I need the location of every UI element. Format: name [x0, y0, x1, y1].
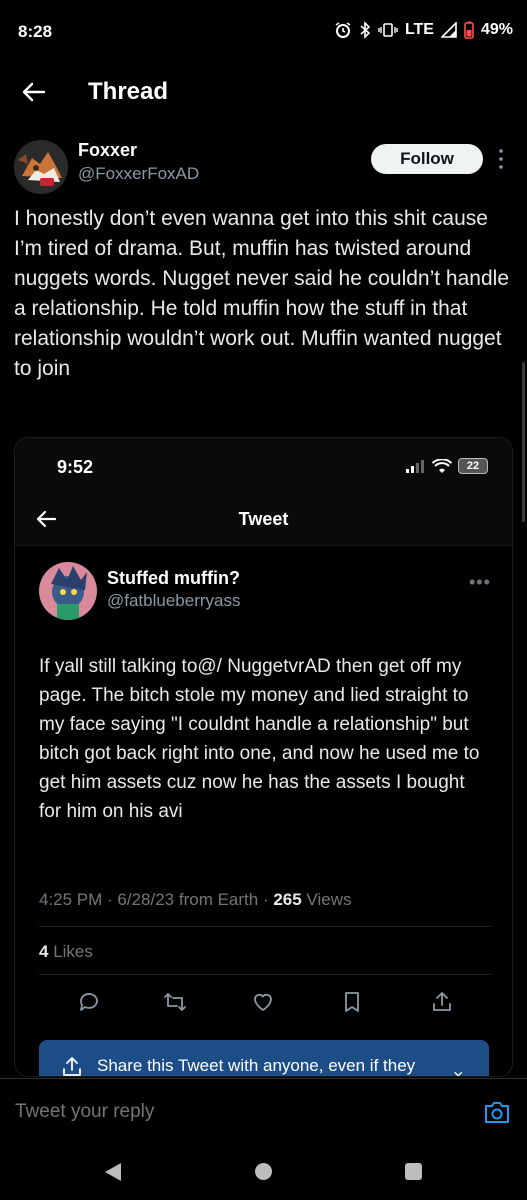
author-handle: @FoxxerFoxAD [78, 164, 200, 183]
nav-home-icon[interactable] [255, 1163, 272, 1180]
divider [39, 926, 491, 927]
toast-text: Share this Tweet with anyone, even if th… [97, 1056, 416, 1075]
embedded-time: 9:52 [57, 457, 94, 477]
embedded-author-handle: @fatblueberryass [107, 591, 241, 610]
avatar [39, 562, 97, 620]
camera-icon[interactable] [483, 1099, 511, 1125]
tweet-text: I honestly don’t even wanna get into thi… [14, 207, 509, 380]
page-title: Thread [88, 78, 169, 105]
share-toast: Share this Tweet with anyone, even if th… [39, 1040, 489, 1077]
divider [39, 974, 491, 975]
status-time: 8:28 [18, 22, 53, 41]
embedded-battery: 22 [458, 458, 488, 474]
embedded-action-bar [15, 990, 512, 1020]
avatar[interactable] [14, 140, 68, 194]
wifi-icon [432, 458, 452, 473]
vibrate-icon [378, 23, 398, 37]
scroll-indicator [522, 362, 525, 522]
meta-timestamp: 4:25 PM · 6/28/23 from Earth · [39, 890, 274, 909]
reply-input[interactable]: Tweet your reply [15, 1101, 154, 1123]
battery-icon [464, 21, 474, 39]
bookmark-icon [345, 992, 359, 1012]
signal-bars-icon [406, 460, 424, 473]
share-icon [433, 992, 451, 1011]
bluetooth-icon [360, 21, 371, 39]
status-icons: LTE 49% [334, 21, 513, 39]
likes-label: Likes [48, 942, 93, 961]
embedded-nav-title: Tweet [238, 509, 289, 529]
more-vertical-icon[interactable] [496, 148, 506, 170]
follow-button[interactable]: Follow [371, 144, 483, 174]
embedded-screenshot[interactable]: 9:52 22 Tweet Stuffed muffin? @fatbluebe… [14, 437, 513, 1077]
nav-recents-icon[interactable] [405, 1163, 422, 1180]
arrow-left-icon[interactable] [20, 78, 48, 106]
more-horizontal-icon: ••• [469, 572, 491, 592]
embedded-likes: 4 Likes [39, 942, 93, 962]
embedded-author-name: Stuffed muffin? [107, 568, 240, 588]
embedded-tweet-meta: 4:25 PM · 6/28/23 from Earth · 265 Views [39, 890, 351, 910]
close-icon: × [453, 1066, 464, 1077]
views-count: 265 [273, 890, 302, 909]
tweet-author: Foxxer @FoxxerFoxAD Follow [0, 136, 527, 196]
embedded-tweet-text: If yall still talking to@/ NuggetvrAD th… [39, 656, 480, 822]
views-label: Views [301, 890, 352, 909]
reply-bar: Tweet your reply [0, 1078, 527, 1148]
network-type: LTE [404, 21, 434, 38]
system-nav-bar [0, 1146, 527, 1200]
share-icon [63, 1057, 81, 1076]
embedded-status-bar: 9:52 22 [15, 438, 512, 494]
signal-icon [440, 22, 457, 38]
top-bar: Thread [0, 64, 527, 120]
like-icon [254, 993, 272, 1011]
author-name[interactable]: Foxxer [78, 140, 137, 161]
status-bar: 8:28 LTE 49% [0, 0, 527, 64]
alarm-icon [335, 22, 351, 38]
embedded-nav-bar: Tweet [15, 494, 512, 546]
reply-icon [80, 993, 98, 1011]
battery-percentage: 49% [480, 21, 513, 38]
embedded-status-icons: 22 [406, 458, 488, 474]
nav-back-icon[interactable] [104, 1162, 122, 1182]
retweet-icon [164, 993, 186, 1011]
